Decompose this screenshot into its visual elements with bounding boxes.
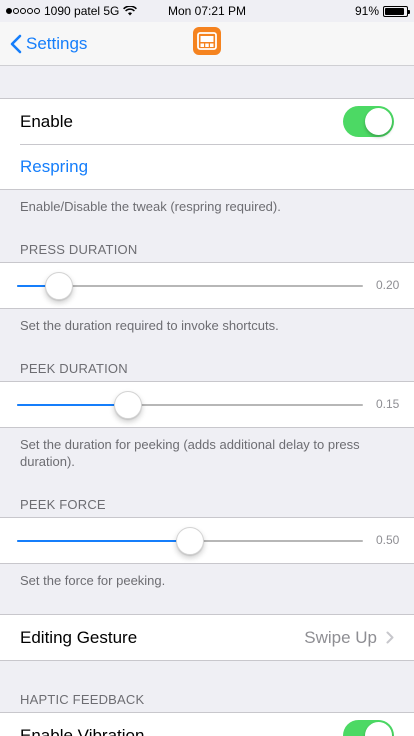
respring-label: Respring [20, 156, 89, 176]
peek-duration-slider-row: 0.15 [0, 382, 414, 427]
carrier-name: 1090 patel 5G [44, 4, 120, 18]
navigation-bar: Settings [0, 22, 414, 66]
editing-gesture-label: Editing Gesture [20, 627, 138, 647]
editing-gesture-detail: Swipe Up [304, 628, 394, 648]
vibration-toggle[interactable] [343, 720, 394, 736]
peek-duration-header: PEEK DURATION [20, 361, 128, 376]
press-duration-value: 0.20 [376, 278, 400, 292]
battery-icon [383, 5, 410, 17]
chevron-left-icon [10, 34, 22, 53]
slider-knob[interactable] [176, 527, 204, 555]
peek-force-group: 0.50 [0, 517, 414, 564]
status-right: 91% [354, 4, 410, 18]
haptic-group: Enable Vibration [0, 712, 414, 736]
peek-force-slider-row: 0.50 [0, 518, 414, 563]
editing-gesture-value: Swipe Up [304, 627, 377, 647]
enable-toggle[interactable] [343, 106, 394, 137]
press-duration-footer: Set the duration required to invoke shor… [20, 318, 279, 333]
toggle-knob [365, 108, 392, 135]
settings-content: Enable Respring Enable/Disable the tweak… [0, 66, 414, 736]
wifi-icon [123, 6, 138, 16]
slider-knob[interactable] [45, 272, 73, 300]
back-button[interactable]: Settings [0, 34, 87, 54]
signal-strength-icon [6, 8, 40, 14]
peek-duration-group: 0.15 [0, 381, 414, 428]
chevron-right-icon [386, 631, 394, 644]
press-duration-slider[interactable] [17, 272, 363, 300]
tweak-app-icon [193, 27, 221, 55]
editing-gesture-group: Editing Gesture Swipe Up [0, 614, 414, 661]
peek-duration-footer: Set the duration for peeking (adds addit… [20, 437, 360, 469]
peek-duration-value: 0.15 [376, 397, 400, 411]
peek-force-slider[interactable] [17, 527, 363, 555]
toggle-knob [365, 722, 392, 736]
peek-force-value: 0.50 [376, 533, 400, 547]
battery-percent: 91% [354, 4, 379, 18]
press-duration-slider-row: 0.20 [0, 263, 414, 308]
respring-button[interactable]: Respring [0, 144, 414, 189]
back-button-label: Settings [26, 33, 88, 53]
haptic-feedback-header: HAPTIC FEEDBACK [20, 692, 145, 707]
slider-knob[interactable] [114, 391, 142, 419]
enable-group: Enable Respring [0, 98, 414, 190]
enable-row: Enable [0, 99, 414, 144]
slider-fill [17, 404, 128, 406]
enable-label: Enable [20, 111, 73, 131]
press-duration-header: PRESS DURATION [20, 242, 138, 257]
peek-force-header: PEEK FORCE [20, 497, 106, 512]
press-duration-group: 0.20 [0, 262, 414, 309]
vibration-label: Enable Vibration [20, 725, 145, 736]
peek-duration-slider[interactable] [17, 391, 363, 419]
battery-fill [385, 7, 405, 15]
editing-gesture-row[interactable]: Editing Gesture Swipe Up [0, 615, 414, 660]
slider-fill [17, 540, 190, 542]
status-left: 1090 patel 5G [6, 4, 138, 18]
enable-footer: Enable/Disable the tweak (respring requi… [20, 199, 281, 214]
peek-force-footer: Set the force for peeking. [20, 573, 166, 588]
status-bar: 1090 patel 5G Mon 07:21 PM 91% [0, 0, 414, 22]
vibration-row: Enable Vibration [0, 713, 414, 736]
